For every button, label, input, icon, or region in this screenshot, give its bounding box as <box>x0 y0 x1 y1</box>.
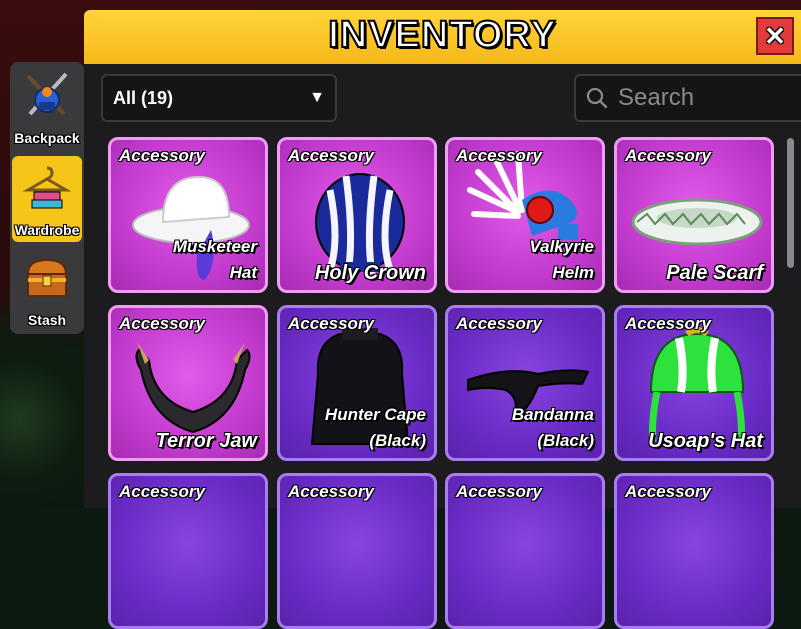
item-type-label: Accessory <box>456 146 543 165</box>
category-filter-dropdown[interactable]: All (19) ▼ <box>101 74 337 122</box>
backpack-icon <box>26 72 68 116</box>
item-card[interactable]: Accessory Terror Jaw <box>108 305 268 461</box>
inventory-side-nav: Backpack Wardrobe Stash <box>10 62 84 334</box>
item-type-label: Accessory <box>625 314 712 333</box>
title-bar: INVENTORY ✕ <box>84 10 801 64</box>
chevron-down-icon: ▼ <box>309 89 325 106</box>
filter-selected-value: All (19) <box>113 87 174 108</box>
item-card[interactable]: Accessory <box>108 473 268 629</box>
item-type-label: Accessory <box>119 314 206 333</box>
item-type-label: Accessory <box>625 482 712 501</box>
item-name-label: Valkyrie Helm <box>529 237 594 282</box>
item-card[interactable]: Accessory Valkyrie Helm <box>445 137 605 293</box>
close-icon: ✕ <box>764 20 786 51</box>
item-card[interactable]: Accessory Usoap's Hat <box>614 305 774 461</box>
close-button[interactable]: ✕ <box>756 17 794 55</box>
item-type-label: Accessory <box>456 314 543 333</box>
nav-backpack[interactable]: Backpack <box>12 64 82 150</box>
item-name-label: Pale Scarf <box>666 262 763 284</box>
item-name-label: Bandanna (Black) <box>511 405 594 450</box>
item-type-label: Accessory <box>288 146 375 165</box>
item-card[interactable]: Accessory <box>277 473 437 629</box>
search-icon <box>586 87 608 109</box>
item-type-label: Accessory <box>456 482 543 501</box>
item-type-label: Accessory <box>288 314 375 333</box>
item-card[interactable]: Accessory Hunter Cape (Black) <box>277 305 437 461</box>
nav-wardrobe-label: Wardrobe <box>14 222 80 238</box>
item-card[interactable]: Accessory Holy Crown <box>277 137 437 293</box>
item-name-label: Holy Crown <box>314 262 426 284</box>
nav-stash[interactable]: Stash <box>12 246 82 332</box>
window-title: INVENTORY <box>327 13 557 57</box>
item-type-label: Accessory <box>625 146 712 165</box>
item-card[interactable]: Accessory Pale Scarf <box>614 137 774 293</box>
nav-stash-label: Stash <box>27 312 67 328</box>
item-card[interactable]: Accessory <box>614 473 774 629</box>
item-name-label: Musketeer Hat <box>172 237 257 282</box>
grid-scrollbar[interactable] <box>787 138 794 268</box>
inventory-window: INVENTORY ✕ All (19) ▼ Accessory Musketee… <box>84 10 801 629</box>
nav-wardrobe[interactable]: Wardrobe <box>12 156 82 242</box>
item-name-label: Hunter Cape (Black) <box>324 405 426 450</box>
search-box[interactable] <box>574 74 801 122</box>
wardrobe-hanger-icon <box>22 166 72 209</box>
treasure-chest-icon <box>26 258 68 297</box>
item-card[interactable]: Accessory <box>445 473 605 629</box>
item-card[interactable]: Accessory Bandanna (Black) <box>445 305 605 461</box>
item-card[interactable]: Accessory Musketeer Hat <box>108 137 268 293</box>
item-type-label: Accessory <box>119 146 206 165</box>
item-name-label: Usoap's Hat <box>648 430 763 452</box>
item-name-label: Terror Jaw <box>155 430 257 452</box>
item-type-label: Accessory <box>288 482 375 501</box>
nav-backpack-label: Backpack <box>14 130 80 146</box>
search-input[interactable] <box>616 83 780 113</box>
item-type-label: Accessory <box>119 482 206 501</box>
